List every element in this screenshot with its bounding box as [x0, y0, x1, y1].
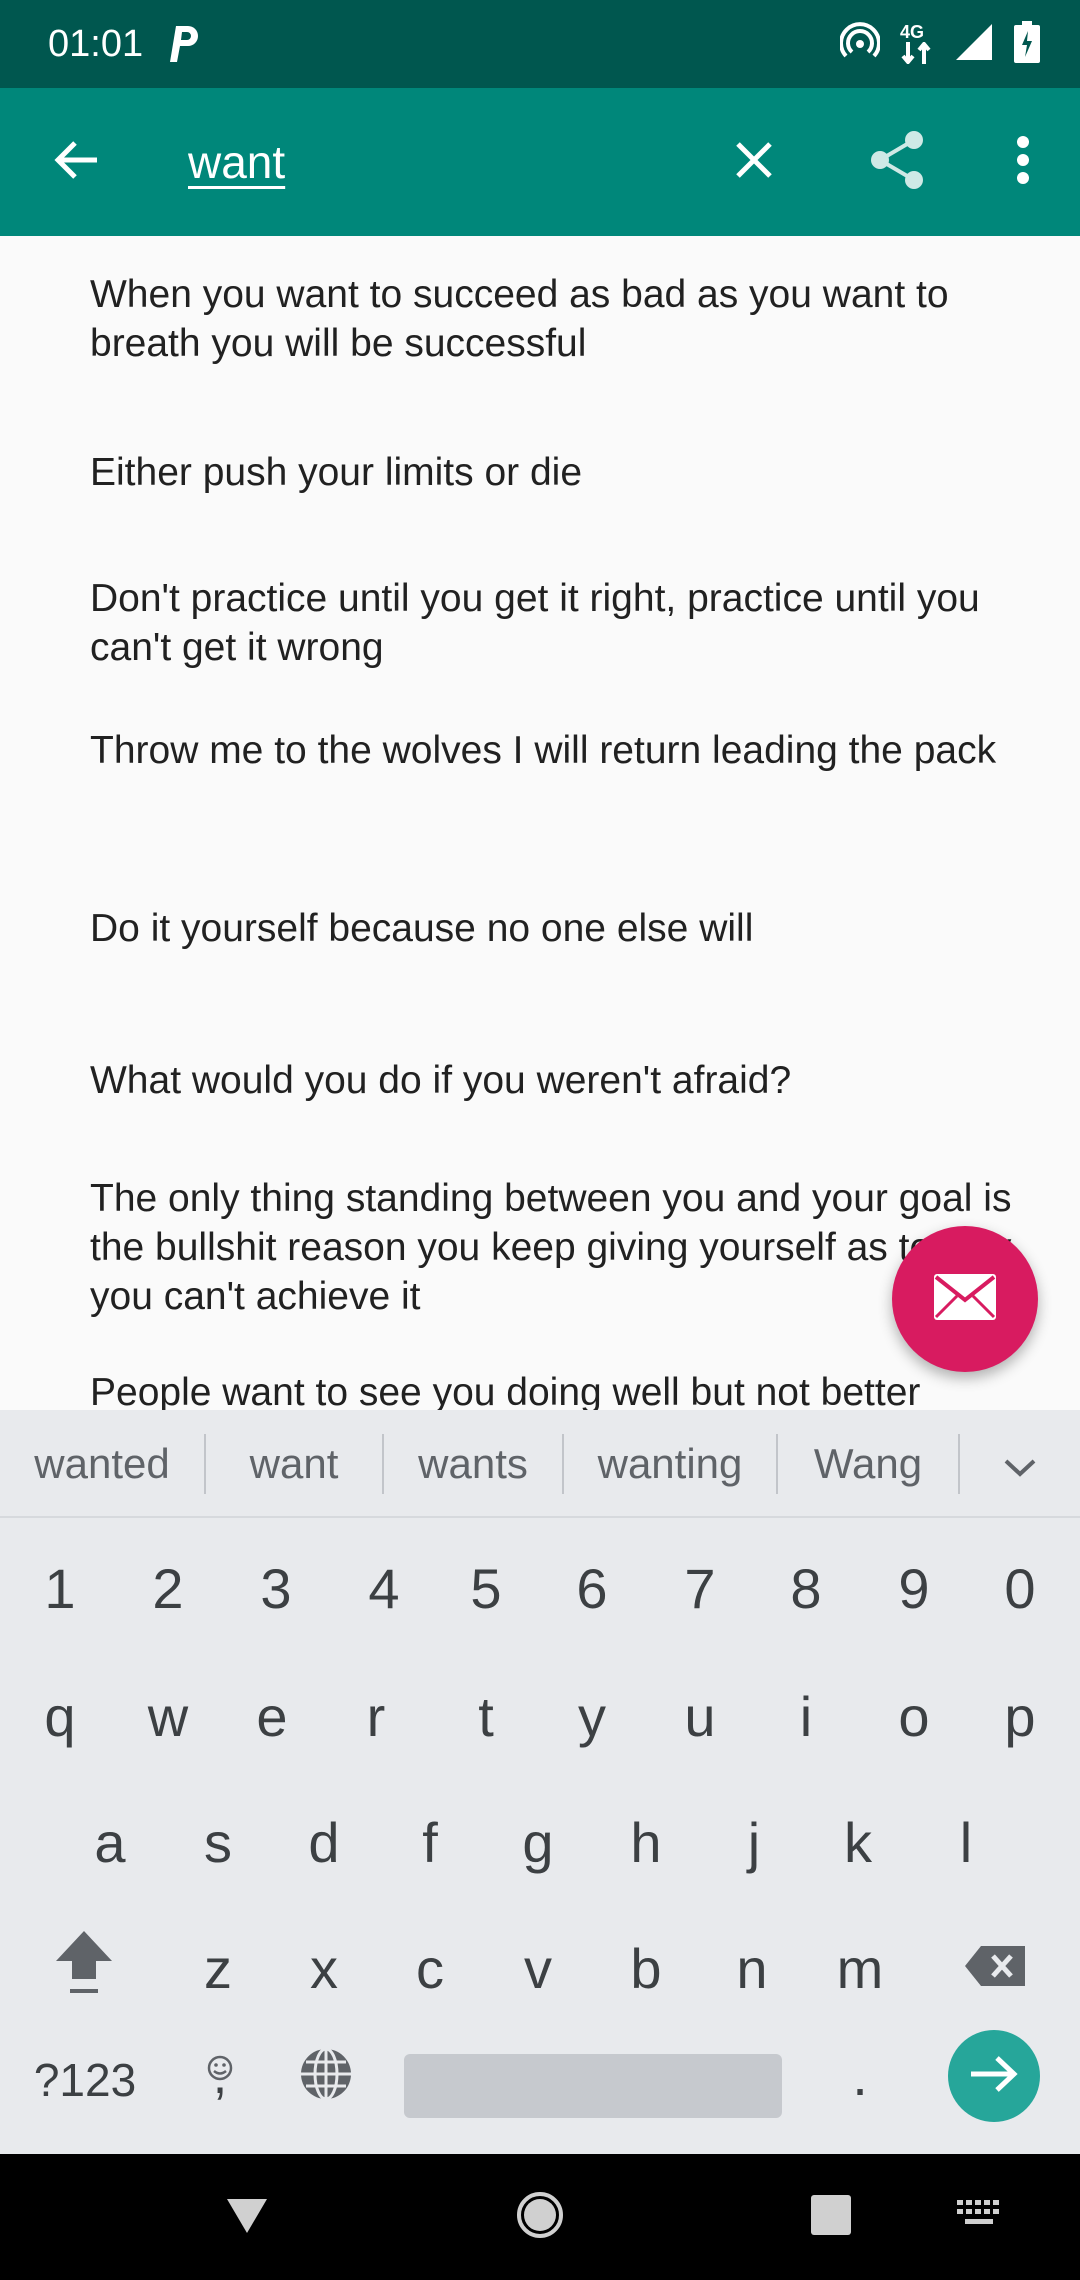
clear-search-button[interactable]	[718, 126, 790, 198]
square-recents-icon	[811, 2194, 851, 2240]
app-bar	[0, 88, 1080, 236]
key-j[interactable]: j	[700, 1784, 808, 1900]
share-icon	[866, 128, 930, 197]
key-1[interactable]: 1	[6, 1530, 114, 1646]
key-4[interactable]: 4	[330, 1530, 438, 1646]
key-l[interactable]: l	[912, 1784, 1020, 1900]
back-button[interactable]	[40, 126, 112, 198]
quote-list: When you want to succeed as bad as you w…	[0, 236, 1080, 1410]
keyboard-switch-button[interactable]	[944, 2182, 1014, 2252]
key-a[interactable]: a	[56, 1784, 164, 1900]
key-o[interactable]: o	[860, 1658, 968, 1774]
key-g[interactable]: g	[484, 1784, 592, 1900]
more-vert-icon	[1016, 135, 1030, 190]
key-u[interactable]: u	[646, 1658, 754, 1774]
suggestion-item[interactable]: wanted	[0, 1410, 204, 1518]
signal-icon	[954, 22, 994, 67]
space-key[interactable]	[404, 2054, 782, 2118]
share-button[interactable]	[860, 124, 936, 200]
network-type-icon: 4G	[900, 22, 934, 66]
key-z[interactable]: z	[164, 1910, 272, 2026]
keyboard-icon	[957, 2199, 1001, 2235]
key-r[interactable]: r	[322, 1658, 430, 1774]
key-q[interactable]: q	[6, 1658, 114, 1774]
quote-item[interactable]: What would you do if you weren't afraid?	[90, 1056, 1020, 1105]
comma-emoji-key[interactable]: ,	[180, 2018, 260, 2130]
more-options-button[interactable]	[1000, 124, 1046, 200]
quote-item[interactable]: Either push your limits or die	[90, 448, 1020, 497]
suggestion-item[interactable]: want	[206, 1410, 382, 1518]
globe-icon	[298, 2046, 354, 2115]
suggestion-item[interactable]: Wang	[778, 1410, 958, 1518]
symbols-key[interactable]: ?123	[20, 2030, 150, 2130]
key-s[interactable]: s	[164, 1784, 272, 1900]
key-y[interactable]: y	[538, 1658, 646, 1774]
key-h[interactable]: h	[592, 1784, 700, 1900]
back-nav-button[interactable]	[212, 2182, 282, 2252]
search-input[interactable]	[188, 128, 688, 196]
close-icon	[734, 140, 774, 185]
key-b[interactable]: b	[592, 1910, 700, 2026]
key-5[interactable]: 5	[432, 1530, 540, 1646]
parking-app-icon	[166, 22, 200, 64]
key-n[interactable]: n	[698, 1910, 806, 2026]
backspace-key[interactable]	[940, 1910, 1050, 2026]
key-2[interactable]: 2	[114, 1530, 222, 1646]
suggestion-strip: wanted want wants wanting Wang	[0, 1410, 1080, 1518]
system-nav-bar	[0, 2154, 1080, 2280]
arrow-back-icon	[53, 140, 99, 185]
battery-icon	[1014, 20, 1040, 68]
key-e[interactable]: e	[218, 1658, 326, 1774]
quote-item[interactable]: When you want to succeed as bad as you w…	[90, 270, 1020, 368]
key-6[interactable]: 6	[538, 1530, 646, 1646]
quote-item[interactable]: Don't practice until you get it right, p…	[90, 574, 1020, 672]
key-3[interactable]: 3	[222, 1530, 330, 1646]
key-p[interactable]: p	[966, 1658, 1074, 1774]
soft-keyboard: wanted want wants wanting Wang 1 2 3 4 5…	[0, 1410, 1080, 2154]
network-type-label: 4G	[900, 22, 925, 42]
key-d[interactable]: d	[270, 1784, 378, 1900]
suggestion-item[interactable]: wants	[384, 1410, 562, 1518]
home-nav-button[interactable]	[505, 2182, 575, 2252]
triangle-back-icon	[225, 2195, 269, 2240]
key-f[interactable]: f	[376, 1784, 484, 1900]
quote-item[interactable]: People want to see you doing well but no…	[90, 1368, 1020, 1410]
suggestion-item[interactable]: wanting	[564, 1410, 776, 1518]
shift-key[interactable]	[24, 1910, 144, 2026]
chevron-down-icon	[1003, 1440, 1037, 1488]
key-8[interactable]: 8	[752, 1530, 860, 1646]
backspace-icon	[963, 1936, 1027, 2001]
key-x[interactable]: x	[270, 1910, 378, 2026]
key-c[interactable]: c	[376, 1910, 484, 2026]
language-key[interactable]	[280, 2030, 372, 2130]
quote-item[interactable]: Throw me to the wolves I will return lea…	[90, 726, 1020, 775]
key-9[interactable]: 9	[860, 1530, 968, 1646]
key-0[interactable]: 0	[966, 1530, 1074, 1646]
status-bar: 01:01 4G	[0, 0, 1080, 88]
key-w[interactable]: w	[114, 1658, 222, 1774]
arrow-forward-icon	[969, 2054, 1019, 2099]
status-time: 01:01	[48, 23, 144, 65]
key-k[interactable]: k	[804, 1784, 912, 1900]
hotspot-icon	[839, 21, 881, 67]
quote-item[interactable]: The only thing standing between you and …	[90, 1174, 1020, 1321]
period-key[interactable]: .	[820, 2020, 900, 2130]
expand-suggestions-button[interactable]	[960, 1410, 1080, 1518]
shift-icon	[52, 1927, 116, 2010]
key-m[interactable]: m	[806, 1910, 914, 2026]
email-fab-button[interactable]	[892, 1226, 1038, 1372]
key-v[interactable]: v	[484, 1910, 592, 2026]
key-7[interactable]: 7	[646, 1530, 754, 1646]
key-i[interactable]: i	[752, 1658, 860, 1774]
quote-item[interactable]: Do it yourself because no one else will	[90, 904, 1020, 953]
mail-icon	[932, 1272, 998, 1327]
recents-nav-button[interactable]	[796, 2182, 866, 2252]
key-t[interactable]: t	[432, 1658, 540, 1774]
enter-key[interactable]	[948, 2030, 1040, 2122]
home-circle-icon	[515, 2190, 565, 2245]
comma-label: ,	[212, 2047, 228, 2105]
